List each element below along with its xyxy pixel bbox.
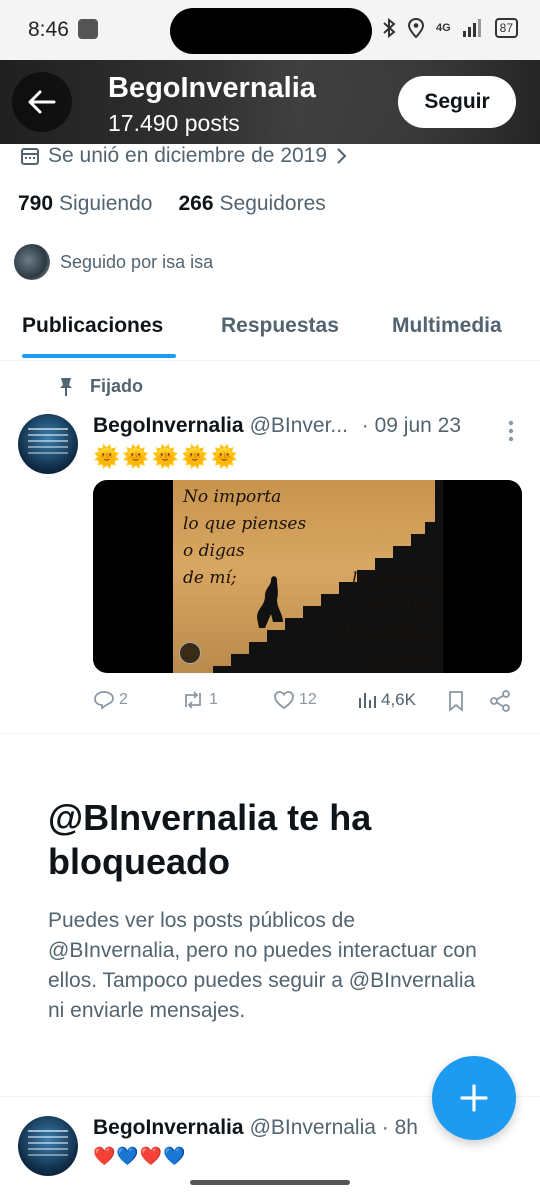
followed-by[interactable]: Seguido por isa isa <box>14 244 213 280</box>
status-icons: 4G 87 <box>382 18 518 38</box>
image-line: o digas <box>183 541 245 561</box>
repost-count: 1 <box>209 691 218 708</box>
home-indicator[interactable] <box>190 1180 350 1185</box>
reply-count: 2 <box>119 691 128 708</box>
tweet-header: BegoInvernalia @BInver... · 09 jun 23 <box>93 414 461 438</box>
profile-tabs: Publicaciones Respuestas Multimedia <box>0 300 540 361</box>
more-options-icon[interactable] <box>508 420 514 442</box>
tweet-text: ❤️💙❤️💙 <box>93 1146 187 1166</box>
notification-app-icon <box>78 19 98 39</box>
followers-link[interactable]: 266 Seguidores <box>178 192 325 216</box>
tweet-header: BegoInvernalia @BInvernalia · 8h <box>93 1116 418 1140</box>
repost-button[interactable]: 1 <box>181 690 218 710</box>
avatar <box>14 244 50 280</box>
tab-respuestas[interactable]: Respuestas <box>221 314 339 338</box>
blocked-body: Puedes ver los posts públicos de @BInver… <box>48 909 477 1022</box>
views-button[interactable]: 4,6K <box>357 690 416 710</box>
tweet-handle[interactable]: @BInvernalia · 8h <box>250 1116 418 1139</box>
views-chart-icon <box>359 693 376 708</box>
image-text-left: No importa lo que pienses o digas de mí; <box>183 484 306 592</box>
share-icon <box>490 690 510 712</box>
bookmark-button[interactable] <box>447 690 465 712</box>
image-line: la realidad <box>344 623 437 643</box>
tweet-avatar[interactable] <box>18 414 78 474</box>
pin-icon <box>60 377 72 396</box>
repost-icon <box>185 691 201 709</box>
network-type: 4G <box>435 22 451 34</box>
image-line: es mía. <box>375 650 437 670</box>
reply-icon <box>94 691 114 710</box>
calendar-icon <box>21 148 39 165</box>
image-line: la opinión <box>351 569 437 589</box>
header-post-count: 17.490 posts <box>108 110 240 136</box>
back-button[interactable] <box>12 72 72 132</box>
tweet-text: 🌞🌞🌞🌞🌞 <box>93 444 240 469</box>
tweet-image-content: No importa lo que pienses o digas de mí;… <box>173 480 443 673</box>
follow-button[interactable]: Seguir <box>398 76 516 128</box>
share-button[interactable] <box>489 690 511 712</box>
tweet-handle[interactable]: @BInver... <box>250 414 348 437</box>
image-line: lo que pienses <box>183 514 307 534</box>
image-text-right: la opinión es tuya, la realidad es mía. <box>333 566 437 673</box>
tweet-author-name[interactable]: BegoInvernalia <box>93 414 244 437</box>
divider <box>0 733 540 734</box>
arrow-left-icon <box>28 90 56 114</box>
blocked-title: @BInvernalia te ha bloqueado <box>48 797 372 882</box>
joined-text: Se unió en diciembre de 2019 <box>48 144 328 167</box>
image-line: es tuya, <box>369 596 437 616</box>
tweet-image[interactable]: No importa lo que pienses o digas de mí;… <box>93 480 522 673</box>
signal-icon <box>462 19 481 37</box>
followers-count: 266 <box>178 192 214 215</box>
followers-label: Seguidores <box>219 192 326 215</box>
tab-multimedia[interactable]: Multimedia <box>392 314 502 338</box>
bookmark-icon <box>449 691 463 712</box>
following-link[interactable]: 790 Siguiendo <box>18 192 152 216</box>
tweet-actions: 2 1 12 4,6K <box>93 688 523 716</box>
pinned-text: Fijado <box>90 376 143 396</box>
reply-button[interactable]: 2 <box>93 690 128 710</box>
battery-icon: 87 <box>494 18 518 38</box>
bluetooth-icon <box>383 18 396 38</box>
chevron-right-icon <box>337 148 347 164</box>
active-tab-indicator <box>22 354 176 358</box>
following-count: 790 <box>18 192 54 215</box>
tab-publicaciones[interactable]: Publicaciones <box>22 314 163 338</box>
header-name: BegoInvernalia <box>108 72 316 104</box>
compose-button[interactable] <box>432 1056 516 1140</box>
followed-by-text: Seguido por isa isa <box>60 251 214 272</box>
status-time: 8:46 <box>28 18 69 41</box>
follow-counts: 790 Siguiendo 266 Seguidores <box>18 192 326 216</box>
image-recognition-icon[interactable] <box>179 642 201 664</box>
following-label: Siguiendo <box>59 192 153 215</box>
tweet-author-name[interactable]: BegoInvernalia <box>93 1116 244 1139</box>
tweet-date: · 09 jun 23 <box>361 414 462 437</box>
like-count: 12 <box>299 691 317 708</box>
heart-icon <box>274 691 294 710</box>
image-line: de mí; <box>183 568 237 588</box>
pinned-label: Fijado <box>58 376 143 397</box>
plus-icon <box>460 1084 488 1112</box>
status-bar: 8:46 4G 87 <box>0 0 540 60</box>
like-button[interactable]: 12 <box>273 690 317 710</box>
camera-cutout <box>170 8 372 54</box>
location-icon <box>407 18 424 38</box>
joined-date[interactable]: Se unió en diciembre de 2019 <box>20 144 347 168</box>
views-count: 4,6K <box>381 690 416 709</box>
tweet-avatar[interactable] <box>18 1116 78 1176</box>
image-line: No importa <box>183 487 282 507</box>
profile-header: BegoInvernalia 17.490 posts Seguir <box>0 60 540 144</box>
